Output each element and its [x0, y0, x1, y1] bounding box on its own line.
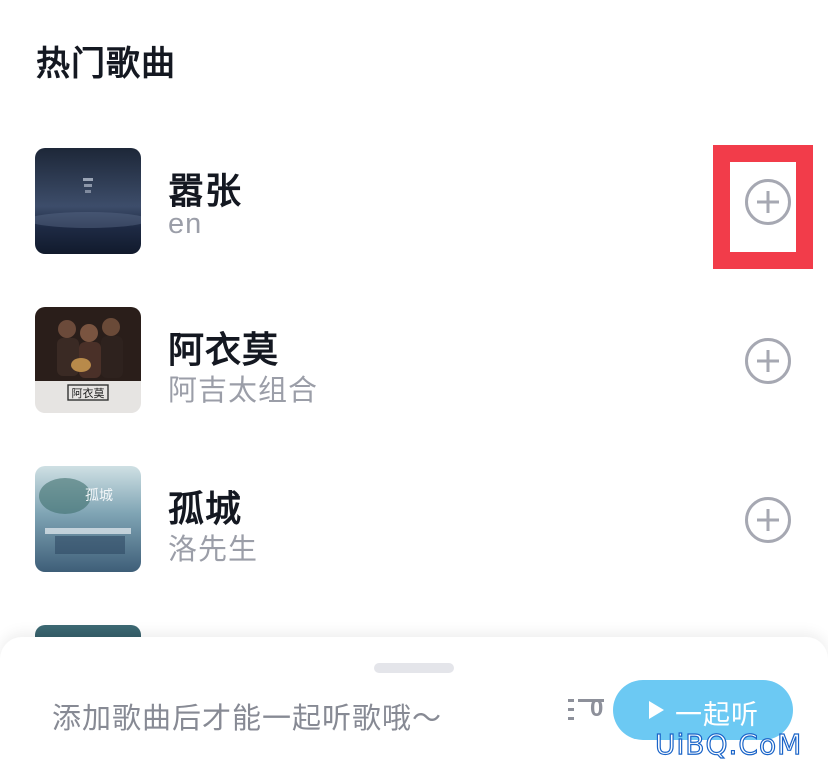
add-song-icon[interactable]: [745, 497, 791, 543]
song-list-item[interactable]: 嚣张 en: [0, 148, 828, 258]
album-cover-dark-blue-image: [35, 148, 141, 254]
song-artist: en: [168, 208, 203, 240]
queue-count: 0: [590, 695, 604, 722]
song-artist: 阿吉太组合: [168, 375, 319, 407]
play-icon: [649, 701, 664, 719]
song-artist: 洛先生: [168, 534, 259, 566]
album-cover[interactable]: 孤城: [35, 466, 141, 572]
song-title: 阿衣莫: [168, 329, 280, 370]
watermark: UiBQ.CoM: [654, 727, 803, 761]
album-cover[interactable]: 阿衣莫: [35, 307, 141, 413]
hint-text: 添加歌曲后才能一起听歌哦～: [52, 703, 443, 735]
album-cover[interactable]: [35, 148, 141, 254]
song-list-item[interactable]: 阿衣莫 阿衣莫 阿吉太组合: [0, 307, 828, 417]
add-song-icon[interactable]: [745, 338, 791, 384]
highlight-box: [713, 145, 813, 269]
song-list-item[interactable]: 孤城 孤城 洛先生: [0, 466, 828, 576]
playlist-queue-button[interactable]: 0: [568, 691, 612, 727]
album-cover-band-photo-image: 阿衣莫: [35, 307, 141, 413]
listen-together-label: 一起听: [675, 700, 759, 730]
section-title: 热门歌曲: [36, 45, 176, 83]
cover-text: 阿衣莫: [72, 386, 105, 400]
song-title: 嚣张: [168, 170, 243, 211]
drag-handle[interactable]: [374, 663, 454, 673]
album-cover-winter-city-image: 孤城: [35, 466, 141, 572]
cover-text: 孤城: [85, 488, 113, 504]
song-title: 孤城: [168, 488, 243, 529]
